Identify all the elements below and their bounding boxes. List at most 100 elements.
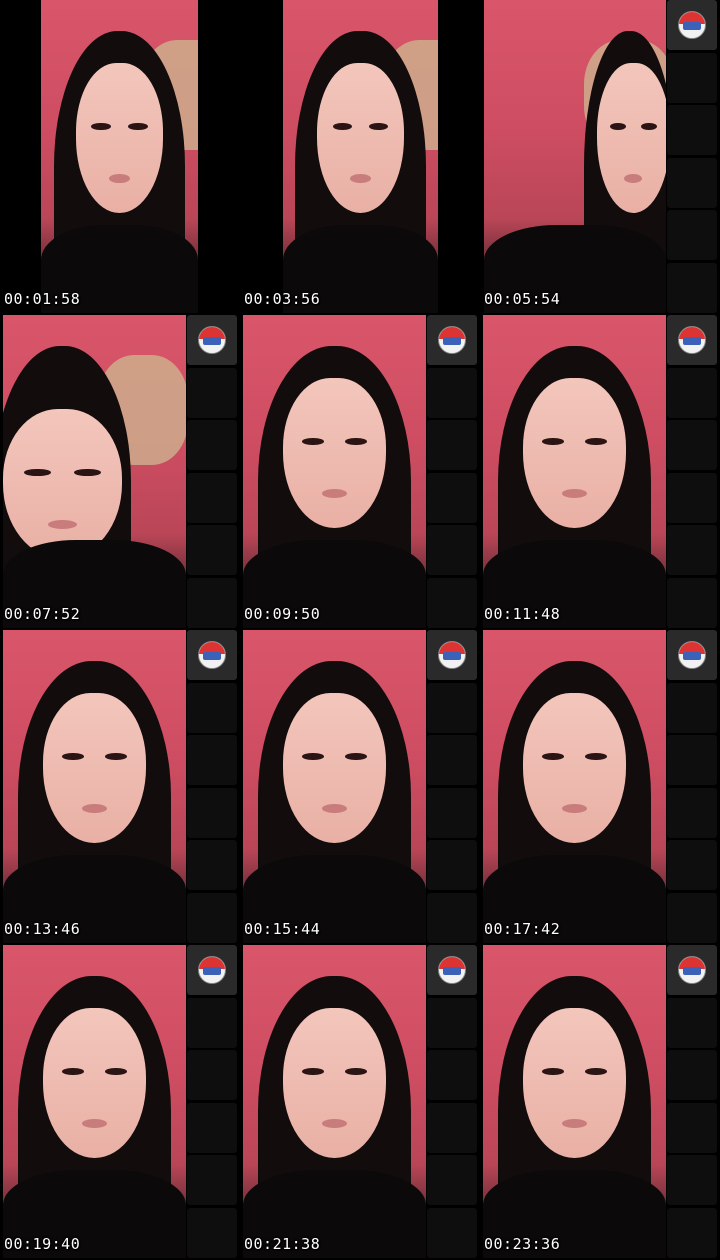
thumbnail-cell[interactable]: 00:11:48 bbox=[480, 315, 720, 630]
eye-shape bbox=[640, 122, 657, 131]
strip-slot bbox=[667, 1207, 717, 1258]
channel-logo-icon bbox=[198, 326, 226, 354]
strip-logo-slot bbox=[187, 945, 237, 995]
mouth-shape bbox=[562, 1118, 587, 1128]
timestamp-label: 00:01:58 bbox=[4, 290, 81, 308]
strip-logo-slot bbox=[427, 945, 477, 995]
eye-shape bbox=[369, 122, 389, 131]
strip-slot bbox=[667, 420, 717, 470]
strip-logo-slot bbox=[667, 0, 717, 50]
thumbnail-cell[interactable]: 00:13:46 bbox=[0, 630, 240, 945]
video-frame bbox=[484, 0, 666, 313]
video-frame bbox=[243, 315, 426, 628]
thumbnail-cell[interactable]: 00:09:50 bbox=[240, 315, 480, 630]
strip-slot bbox=[667, 577, 717, 628]
face-shape bbox=[523, 692, 626, 843]
strip-slot bbox=[427, 682, 477, 733]
mouth-shape bbox=[350, 173, 371, 183]
face-shape bbox=[43, 1007, 146, 1158]
strip-slot bbox=[187, 525, 237, 575]
strip-slot bbox=[187, 1102, 237, 1153]
strip-slot bbox=[187, 472, 237, 523]
strip-slot bbox=[667, 262, 717, 313]
side-strip bbox=[187, 630, 237, 943]
timestamp-label: 00:03:56 bbox=[244, 290, 321, 308]
eye-shape bbox=[344, 1067, 368, 1076]
side-strip bbox=[667, 945, 717, 1258]
channel-logo-icon bbox=[438, 956, 466, 984]
thumbnail-cell[interactable]: 00:07:52 bbox=[0, 315, 240, 630]
mouth-shape bbox=[82, 1118, 107, 1128]
eye-shape bbox=[541, 1067, 565, 1076]
strip-logo-slot bbox=[427, 315, 477, 365]
thumbnail-cell[interactable]: 00:21:38 bbox=[240, 945, 480, 1260]
strip-slot bbox=[427, 1207, 477, 1258]
side-strip bbox=[427, 315, 477, 628]
strip-slot bbox=[667, 735, 717, 785]
strip-slot bbox=[427, 420, 477, 470]
eye-shape bbox=[584, 752, 608, 761]
strip-slot bbox=[187, 840, 237, 890]
timestamp-label: 00:23:36 bbox=[484, 1235, 561, 1253]
face-shape bbox=[43, 692, 146, 843]
channel-logo-icon bbox=[678, 11, 706, 39]
thumbnail-cell[interactable]: 00:23:36 bbox=[480, 945, 720, 1260]
strip-slot bbox=[187, 787, 237, 838]
strip-slot bbox=[667, 157, 717, 208]
side-strip bbox=[667, 315, 717, 628]
strip-logo-slot bbox=[667, 945, 717, 995]
thumbnail-grid: 00:01:58 00:03:56 00:05:54 00:07:52 00:09:50… bbox=[0, 0, 720, 1260]
strip-slot bbox=[667, 682, 717, 733]
face-shape bbox=[523, 377, 626, 528]
face-shape bbox=[75, 62, 164, 213]
timestamp-label: 00:15:44 bbox=[244, 920, 321, 938]
thumbnail-cell[interactable]: 00:03:56 bbox=[240, 0, 480, 315]
strip-slot bbox=[667, 210, 717, 260]
eye-shape bbox=[24, 468, 51, 477]
mouth-shape bbox=[562, 803, 587, 813]
video-frame bbox=[3, 945, 186, 1258]
side-strip bbox=[187, 945, 237, 1258]
strip-logo-slot bbox=[667, 315, 717, 365]
face-shape bbox=[523, 1007, 626, 1158]
thumbnail-cell[interactable]: 00:05:54 bbox=[480, 0, 720, 315]
eye-shape bbox=[301, 752, 325, 761]
eye-shape bbox=[91, 122, 111, 131]
strip-slot bbox=[427, 892, 477, 943]
strip-slot bbox=[667, 840, 717, 890]
strip-slot bbox=[427, 997, 477, 1048]
strip-logo-slot bbox=[427, 630, 477, 680]
thumbnail-cell[interactable]: 00:15:44 bbox=[240, 630, 480, 945]
strip-slot bbox=[187, 892, 237, 943]
strip-slot bbox=[667, 367, 717, 418]
side-strip bbox=[667, 0, 717, 313]
mouth-shape bbox=[562, 488, 587, 498]
mouth-shape bbox=[322, 803, 347, 813]
strip-slot bbox=[667, 105, 717, 155]
thumbnail-cell[interactable]: 00:01:58 bbox=[0, 0, 240, 315]
strip-slot bbox=[667, 892, 717, 943]
eye-shape bbox=[301, 437, 325, 446]
thumbnail-cell[interactable]: 00:17:42 bbox=[480, 630, 720, 945]
channel-logo-icon bbox=[198, 956, 226, 984]
strip-slot bbox=[187, 997, 237, 1048]
strip-logo-slot bbox=[187, 630, 237, 680]
video-frame bbox=[283, 0, 438, 313]
face-shape bbox=[317, 62, 404, 213]
mouth-shape bbox=[48, 520, 77, 530]
strip-slot bbox=[667, 52, 717, 103]
eye-shape bbox=[609, 122, 626, 131]
timestamp-label: 00:05:54 bbox=[484, 290, 561, 308]
strip-slot bbox=[427, 735, 477, 785]
strip-slot bbox=[187, 1207, 237, 1258]
strip-slot bbox=[187, 367, 237, 418]
mouth-shape bbox=[624, 173, 642, 183]
side-strip bbox=[427, 945, 477, 1258]
eye-shape bbox=[541, 437, 565, 446]
thumbnail-cell[interactable]: 00:19:40 bbox=[0, 945, 240, 1260]
eye-shape bbox=[301, 1067, 325, 1076]
timestamp-label: 00:11:48 bbox=[484, 605, 561, 623]
channel-logo-icon bbox=[678, 326, 706, 354]
video-frame bbox=[483, 315, 666, 628]
eye-shape bbox=[61, 752, 85, 761]
